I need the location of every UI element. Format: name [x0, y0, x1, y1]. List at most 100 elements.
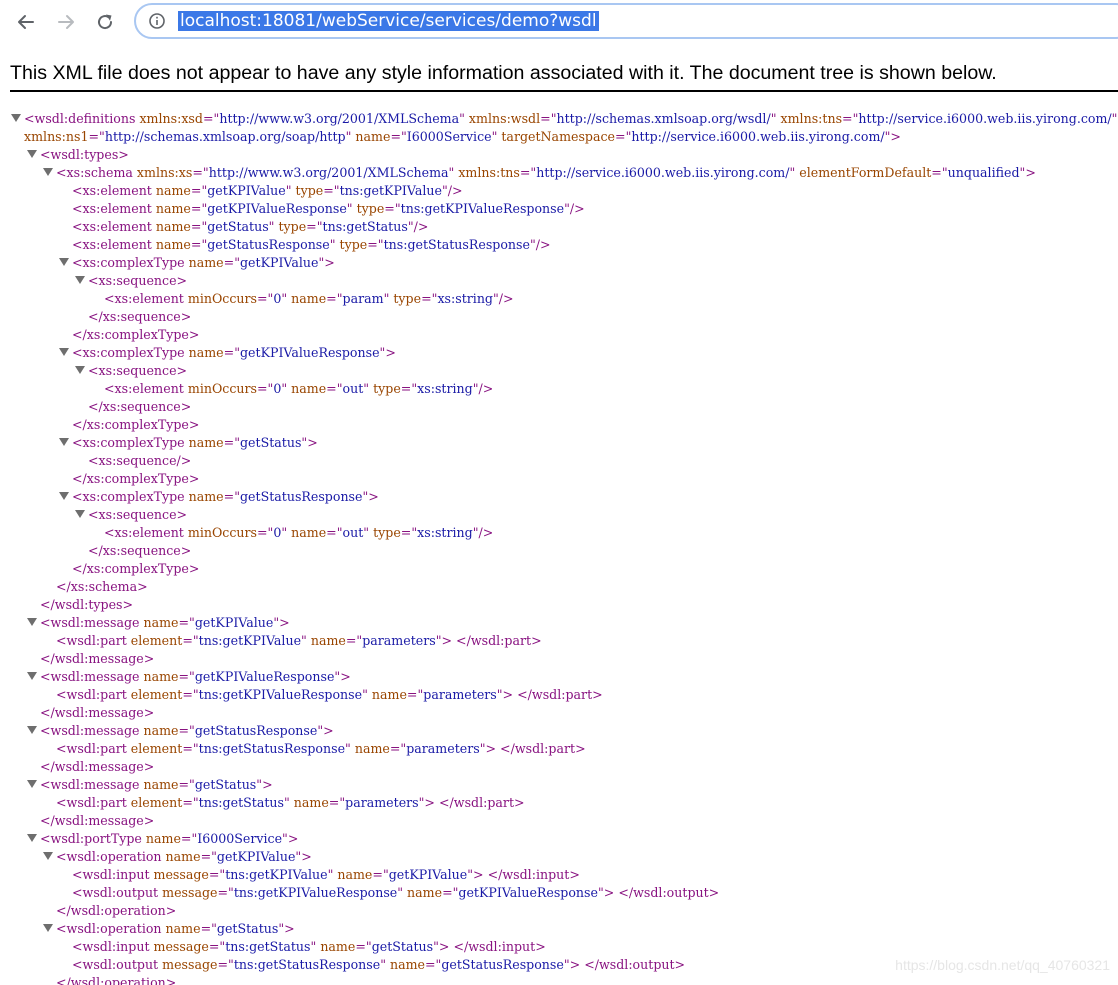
expand-triangle-icon[interactable] — [27, 780, 37, 788]
xml-attribute-name: name — [165, 849, 201, 864]
xml-tag-text: " — [345, 129, 356, 144]
expand-triangle-icon[interactable] — [75, 366, 85, 374]
xml-line: <xs:element minOccurs="0" name="out" typ… — [0, 380, 1118, 398]
xml-attribute-name: name — [320, 939, 356, 954]
xml-line-content: </xs:schema> — [56, 578, 148, 596]
xml-attribute-name: xmlns:wsdl — [468, 111, 541, 126]
xml-line-content: <wsdl:operation name="getStatus"> — [56, 920, 295, 938]
expand-triangle-icon[interactable] — [27, 834, 37, 842]
forward-button[interactable] — [51, 7, 81, 37]
expand-triangle-icon[interactable] — [59, 258, 69, 266]
xml-tag-text: <xs:element — [72, 237, 156, 252]
xml-line: </wsdl:operation> — [0, 974, 1118, 985]
xml-tag-text: </xs:complexType> — [72, 561, 200, 576]
expand-triangle-icon[interactable] — [43, 924, 53, 932]
expand-triangle-icon[interactable] — [75, 510, 85, 518]
xml-tag-text: <wsdl:output — [72, 885, 163, 900]
xml-tag-text: "> — [318, 255, 335, 270]
xml-attribute-name: name — [155, 237, 191, 252]
address-bar[interactable]: localhost:18081/webService/services/demo… — [134, 3, 1118, 39]
expand-triangle-icon[interactable] — [27, 618, 37, 626]
xml-tag-text: =" — [326, 381, 343, 396]
xml-attribute-name: name — [155, 201, 191, 216]
xml-tag-text: <xs:complexType — [72, 489, 189, 504]
xml-tag-text: =" — [400, 525, 418, 540]
expand-triangle-icon[interactable] — [27, 672, 37, 680]
xml-attribute-value: http://www.w3.org/2001/XMLSchema — [219, 111, 460, 126]
back-button[interactable] — [11, 7, 41, 37]
xml-line: <xs:element minOccurs="0" name="out" typ… — [0, 524, 1118, 542]
xml-tag-text: <wsdl:part — [56, 741, 131, 756]
expand-triangle-icon[interactable] — [11, 114, 21, 122]
xml-line: <xs:sequence> — [0, 362, 1118, 380]
xml-attribute-name: type — [356, 201, 385, 216]
xml-attribute-value: getKPIValueResponse — [207, 201, 347, 216]
xml-tag-text: " — [448, 165, 459, 180]
xml-line: <xs:sequence> — [0, 506, 1118, 524]
xml-tag-text: =" — [355, 939, 372, 954]
xml-attribute-value: tns:getKPIValue — [225, 867, 328, 882]
expand-triangle-icon[interactable] — [27, 726, 37, 734]
xml-attribute-value: tns:getStatusResponse — [233, 957, 381, 972]
xml-line-content: <wsdl:part element="tns:getStatusRespons… — [56, 740, 586, 758]
expand-triangle-icon[interactable] — [43, 852, 53, 860]
xml-attribute-name: message — [162, 957, 218, 972]
xml-line-content: <xs:complexType name="getStatus"> — [72, 434, 318, 452]
xml-tag-text: <xs:element — [72, 183, 156, 198]
xml-attribute-value: out — [342, 381, 364, 396]
xml-tag-text: <wsdl:message — [40, 615, 144, 630]
xml-line-content: <wsdl:operation name="getKPIValue"> — [56, 848, 312, 866]
xml-line-content: <wsdl:message name="getStatus"> — [40, 776, 273, 794]
xml-line: <xs:element name="getKPIValueResponse" t… — [0, 200, 1118, 218]
xml-tag-text: </wsdl:message> — [40, 813, 155, 828]
xml-tag-text: =" — [182, 741, 199, 756]
expand-triangle-icon[interactable] — [59, 492, 69, 500]
info-circle-icon[interactable] — [148, 12, 166, 30]
xml-attribute-name: name — [143, 777, 179, 792]
xml-attribute-value: getKPIValue — [388, 867, 468, 882]
xml-attribute-value: tns:getStatus — [198, 795, 284, 810]
xml-line-content: <xs:sequence> — [88, 362, 187, 380]
xml-tag-text: =" — [182, 795, 199, 810]
xml-line: </xs:schema> — [0, 578, 1118, 596]
expand-triangle-icon[interactable] — [43, 168, 53, 176]
xml-attribute-name: name — [143, 615, 179, 630]
xml-tag-text: " — [380, 957, 390, 972]
xml-tag-text: <xs:complexType — [72, 345, 189, 360]
url-text[interactable]: localhost:18081/webService/services/demo… — [178, 11, 599, 31]
xml-tag-text: <xs:element — [104, 381, 188, 396]
xml-tag-text: =" — [931, 165, 948, 180]
expand-triangle-icon[interactable] — [59, 438, 69, 446]
xml-line: <wsdl:message name="getKPIValueResponse"… — [0, 668, 1118, 686]
xml-tag-text: =" — [223, 435, 240, 450]
xml-tag-text: </xs:sequence> — [88, 399, 192, 414]
xml-tag-text: <wsdl:input — [72, 867, 154, 882]
xml-attribute-value: getStatus — [371, 939, 434, 954]
expand-triangle-icon[interactable] — [27, 150, 37, 158]
arrow-left-icon — [18, 15, 34, 29]
xml-tag-text: =" — [200, 849, 217, 864]
xml-line-content: </xs:complexType> — [72, 560, 199, 578]
xml-tag-text: =" — [178, 669, 195, 684]
xml-attribute-value: getStatusResponse — [441, 957, 564, 972]
xml-tag-text: " — [285, 183, 296, 198]
xml-attribute-name: name — [310, 633, 346, 648]
expand-triangle-icon[interactable] — [75, 276, 85, 284]
xml-line: <xs:element name="getStatusResponse" typ… — [0, 236, 1118, 254]
xml-tag-text: "> </wsdl:input> — [433, 939, 546, 954]
xml-line-content: </xs:sequence> — [88, 308, 191, 326]
xml-tag-text: "> — [317, 723, 334, 738]
xml-line-content: <wsdl:message name="getStatusResponse"> — [40, 722, 334, 740]
reload-button[interactable] — [90, 7, 120, 37]
xml-tag-text: =" — [400, 381, 418, 396]
expand-triangle-icon[interactable] — [59, 348, 69, 356]
xml-attribute-value: http://www.w3.org/2001/XMLSchema — [208, 165, 449, 180]
xml-attribute-value: getStatus — [240, 435, 302, 450]
xml-attribute-name: element — [130, 795, 183, 810]
xml-tag-text: <wsdl:message — [40, 777, 144, 792]
xml-line: </wsdl:message> — [0, 812, 1118, 830]
xml-attribute-value: http://service.i6000.web.iis.yirong.com/ — [631, 129, 885, 144]
xml-line-content: </wsdl:message> — [40, 650, 154, 668]
xml-line: </xs:complexType> — [0, 470, 1118, 488]
xml-tag-text: =" — [390, 129, 407, 144]
